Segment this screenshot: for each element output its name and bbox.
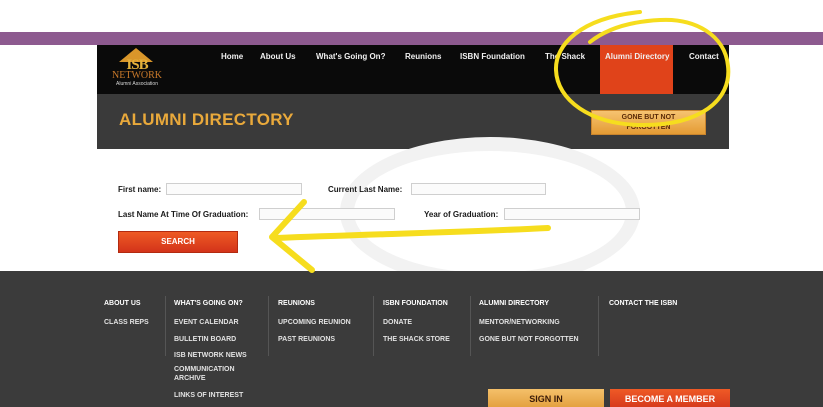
first-name-input[interactable] — [166, 183, 302, 195]
gone-but-not-forgotten-button[interactable]: GONE BUT NOT FORGOTTEN — [591, 110, 706, 135]
footer-contact-heading[interactable]: CONTACT THE ISBN — [609, 300, 677, 307]
search-button[interactable]: SEARCH — [118, 231, 238, 253]
nav-alumni-directory[interactable]: Alumni Directory — [605, 52, 669, 61]
gone-but-not-forgotten-line2: FORGOTTEN — [626, 124, 671, 131]
nav-whats-going-on[interactable]: What's Going On? — [316, 52, 385, 61]
main-navbar: ISB NETWORK Alumni Association Home Abou… — [97, 45, 729, 94]
page-title: ALUMNI DIRECTORY — [119, 110, 294, 129]
current-last-name-label: Current Last Name: — [328, 185, 403, 194]
footer-divider — [165, 296, 166, 356]
logo-word: NETWORK — [112, 70, 162, 81]
footer-link-upcoming-reunion[interactable]: UPCOMING REUNION — [278, 318, 351, 327]
footer-link-past-reunions[interactable]: PAST REUNIONS — [278, 335, 335, 344]
isb-network-logo[interactable]: ISB NETWORK Alumni Association — [105, 48, 169, 90]
footer-link-communication[interactable]: COMMUNICATION — [174, 365, 235, 374]
site-footer: ABOUT US CLASS REPS WHAT'S GOING ON? EVE… — [0, 271, 823, 407]
footer-divider — [373, 296, 374, 356]
nav-the-shack[interactable]: The Shack — [545, 52, 585, 61]
footer-link-event-calendar[interactable]: EVENT CALENDAR — [174, 318, 239, 327]
nav-reunions[interactable]: Reunions — [405, 52, 441, 61]
logo-subtitle: Alumni Association — [116, 81, 158, 87]
footer-alumni-directory-heading[interactable]: ALUMNI DIRECTORY — [479, 300, 549, 307]
footer-divider — [268, 296, 269, 356]
directory-search-form: First name: Current Last Name: Last Name… — [0, 137, 823, 287]
footer-reunions-heading[interactable]: REUNIONS — [278, 300, 315, 307]
graduation-year-input[interactable] — [504, 208, 640, 220]
graduation-last-name-input[interactable] — [259, 208, 395, 220]
become-a-member-button[interactable]: BECOME A MEMBER — [610, 389, 730, 407]
footer-link-mentor-networking[interactable]: MENTOR/NETWORKING — [479, 318, 560, 327]
sign-in-button[interactable]: SIGN IN — [488, 389, 604, 407]
footer-link-links-of-interest[interactable]: LINKS OF INTEREST — [174, 391, 243, 400]
gone-but-not-forgotten-line1: GONE BUT NOT — [621, 114, 676, 121]
first-name-label: First name: — [118, 185, 162, 194]
footer-link-archive[interactable]: ARCHIVE — [174, 374, 206, 383]
footer-isbn-foundation-heading[interactable]: ISBN FOUNDATION — [383, 300, 448, 307]
footer-link-donate[interactable]: DONATE — [383, 318, 412, 327]
page-header: ALUMNI DIRECTORY GONE BUT NOT FORGOTTEN — [97, 94, 729, 149]
nav-contact[interactable]: Contact — [689, 52, 719, 61]
footer-divider — [598, 296, 599, 356]
footer-divider — [470, 296, 471, 356]
nav-home[interactable]: Home — [221, 52, 243, 61]
footer-link-bulletin-board[interactable]: BULLETIN BOARD — [174, 335, 236, 344]
current-last-name-input[interactable] — [411, 183, 546, 195]
footer-link-class-reps[interactable]: CLASS REPS — [104, 318, 149, 327]
graduation-year-label: Year of Graduation: — [424, 210, 499, 219]
top-accent-strip — [0, 0, 823, 45]
footer-about-heading[interactable]: ABOUT US — [104, 300, 141, 307]
footer-link-gone-but-not-forgotten[interactable]: GONE BUT NOT FORGOTTEN — [479, 335, 579, 344]
footer-link-isb-network-news[interactable]: ISB NETWORK NEWS — [174, 351, 247, 360]
nav-isbn-foundation[interactable]: ISBN Foundation — [460, 52, 525, 61]
nav-about-us[interactable]: About Us — [260, 52, 296, 61]
footer-link-the-shack-store[interactable]: THE SHACK STORE — [383, 335, 450, 344]
footer-whats-going-on-heading[interactable]: WHAT'S GOING ON? — [174, 300, 243, 307]
graduation-last-name-label: Last Name At Time Of Graduation: — [118, 210, 249, 219]
